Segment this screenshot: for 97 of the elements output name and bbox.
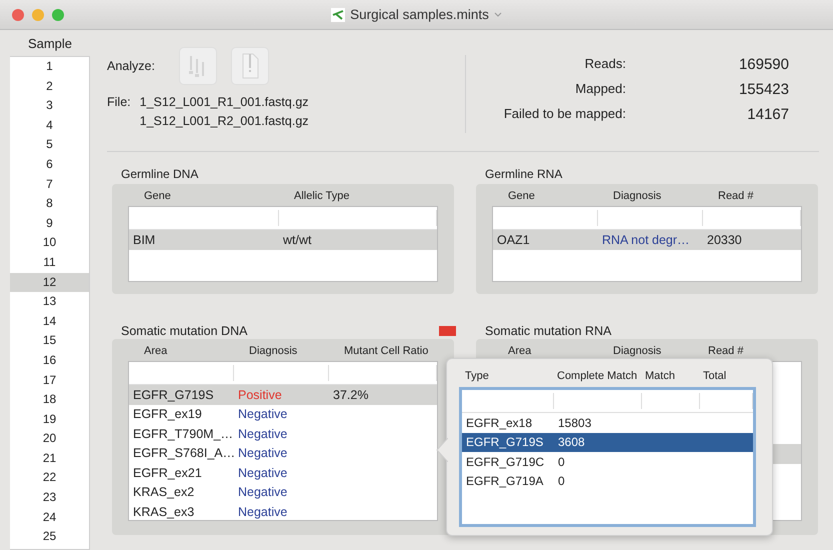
sample-item[interactable]: 11: [10, 252, 89, 273]
table-row[interactable]: KRAS_ex3 Negative: [129, 502, 437, 522]
stat-label: Mapped:: [574, 81, 626, 98]
sample-item[interactable]: 23: [10, 488, 89, 508]
stat-label: Failed to be mapped:: [502, 106, 626, 123]
table-row[interactable]: BIM wt/wt: [129, 230, 437, 250]
column-header[interactable]: Total: [697, 370, 756, 382]
sample-item[interactable]: 8: [10, 194, 89, 214]
table-cell-text: EGFR_G719S: [132, 388, 215, 402]
table-cell-text: wt/wt: [282, 232, 312, 247]
column-header[interactable]: Area: [128, 345, 233, 357]
column-header[interactable]: Match: [639, 370, 697, 382]
column-header[interactable]: Type: [459, 370, 551, 382]
section-title: Germline RNA: [484, 166, 564, 183]
table-cell-text: Negative: [237, 426, 288, 441]
table-row[interactable]: EGFR_ex19 Negative: [129, 404, 437, 424]
section-title: Somatic mutation RNA: [485, 324, 612, 338]
sample-item[interactable]: 1: [10, 57, 89, 77]
table-cell-text: Negative: [237, 446, 288, 460]
table-row[interactable]: EGFR_ex18 15803: [462, 413, 753, 432]
sample-item[interactable]: 21: [10, 448, 89, 468]
table-cell-text: Negative: [237, 504, 288, 519]
sample-item[interactable]: 25: [10, 527, 89, 547]
analyze-label: Analyze:: [107, 59, 155, 73]
column-header[interactable]: Sample: [10, 30, 90, 56]
file-label: File:: [107, 95, 131, 111]
table-row[interactable]: KRAS_ex2 Negative: [129, 482, 437, 502]
column-header[interactable]: Area: [492, 345, 597, 357]
column-header[interactable]: Gene: [128, 190, 278, 202]
table-cell-text: EGFR_G719A: [465, 474, 544, 488]
table-cell-text: EGFR_ex19: [132, 407, 203, 422]
table-row[interactable]: EGFR_G719C 0: [462, 452, 753, 472]
stat-value: 14167: [746, 106, 789, 123]
table-row[interactable]: EGFR_S768I_A… Negative: [129, 444, 437, 463]
sample-item[interactable]: 18: [10, 390, 89, 410]
table-cell-text: Positive: [237, 388, 283, 402]
sample-item[interactable]: 5: [10, 135, 89, 155]
section-title: Germline DNA: [120, 166, 200, 183]
column-header[interactable]: Mutant Cell Ratio: [328, 345, 438, 357]
table-cell-text: EGFR_G719S: [465, 435, 544, 450]
column-header[interactable]: Diagnosis: [597, 345, 692, 357]
stat-label: Reads:: [584, 56, 626, 73]
stat-value: 155423: [738, 81, 789, 98]
table-cell-text: Negative: [237, 485, 288, 500]
sample-item[interactable]: 13: [10, 292, 89, 312]
sample-item[interactable]: 22: [10, 468, 89, 488]
column-header[interactable]: Read #: [702, 190, 802, 202]
stat-value: 169590: [738, 56, 789, 73]
table-row[interactable]: EGFR_G719S 3608: [462, 432, 753, 452]
file-name: 1_S12_L001_R2_001.fastq.gz: [140, 114, 309, 128]
sample-item[interactable]: 19: [10, 410, 89, 430]
table-cell-text: 0: [557, 454, 566, 469]
table-row[interactable]: EGFR_ex21 Negative: [129, 463, 437, 482]
sample-item[interactable]: 15: [10, 331, 89, 351]
sample-item[interactable]: 7: [10, 174, 89, 194]
sample-item[interactable]: 3: [10, 96, 89, 116]
table-row[interactable]: EGFR_G719A 0: [462, 472, 753, 491]
table-cell-text: 15803: [557, 416, 592, 430]
table-cell-text: EGFR_ex18: [465, 416, 534, 430]
table-cell-text: EGFR_ex21: [132, 466, 203, 480]
sample-item[interactable]: 6: [10, 154, 89, 175]
table-cell-text: 37.2%: [332, 388, 370, 402]
sample-item[interactable]: 2: [10, 76, 89, 96]
table-cell-text: Negative: [237, 466, 288, 480]
table-cell-text: EGFR_T790M_…: [132, 426, 234, 441]
table-row[interactable]: OAZ1 RNA not degr… 20330: [493, 230, 801, 250]
sample-item[interactable]: 12: [10, 272, 89, 292]
window-title: Surgical samples.mints: [350, 7, 489, 22]
table-cell-text: RNA not degr…: [601, 232, 691, 247]
table-cell-text: 20330: [706, 232, 743, 247]
table-cell-text: KRAS_ex2: [132, 485, 196, 500]
sample-item[interactable]: 17: [10, 370, 89, 390]
table-cell-text: EGFR_S768I_A…: [132, 446, 234, 460]
column-header[interactable]: Gene: [492, 190, 597, 202]
sample-item[interactable]: 16: [10, 350, 89, 370]
sample-item[interactable]: 14: [10, 312, 89, 332]
table-row[interactable]: EGFR_G719S Positive 37.2%: [129, 385, 437, 404]
column-header[interactable]: Read #: [692, 345, 802, 357]
file-name: 1_S12_L001_R1_001.fastq.gz: [140, 95, 309, 109]
table-row[interactable]: EGFR_T790M_… Negative: [129, 424, 437, 444]
table-cell-text: 3608: [557, 435, 586, 450]
sample-item[interactable]: 24: [10, 508, 89, 528]
table-cell-text: BIM: [132, 232, 156, 247]
column-header[interactable]: Diagnosis: [233, 345, 328, 357]
sample-item[interactable]: 4: [10, 116, 89, 136]
table-cell-text: KRAS_ex3: [132, 504, 196, 519]
table-cell-text: Negative: [237, 407, 288, 422]
sample-item[interactable]: 10: [10, 233, 89, 253]
table-cell-text: OAZ1: [496, 232, 531, 247]
sample-item[interactable]: 9: [10, 214, 89, 234]
sample-item[interactable]: 20: [10, 429, 89, 449]
table-cell-text: EGFR_G719C: [465, 454, 546, 469]
section-title: Somatic mutation DNA: [121, 324, 248, 338]
table-cell-text: 0: [557, 474, 566, 488]
column-header[interactable]: Diagnosis: [597, 190, 702, 202]
column-header[interactable]: Complete Match: [551, 370, 639, 382]
column-header[interactable]: Allelic Type: [278, 190, 438, 202]
